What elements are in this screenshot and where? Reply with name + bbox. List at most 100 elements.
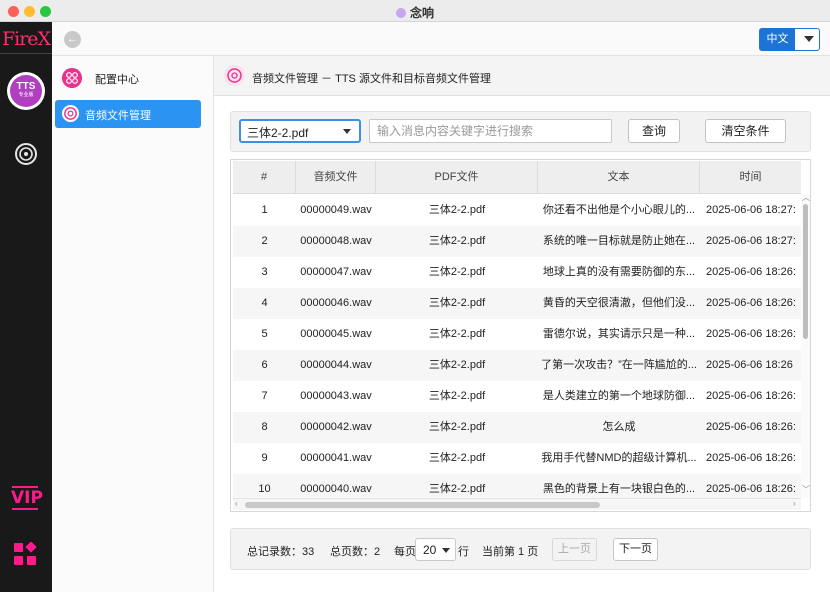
- per-page-prefix: 每页: [394, 546, 416, 558]
- cell-audio-file: 00000045.wav: [300, 328, 372, 340]
- keyword-search-input[interactable]: [369, 119, 612, 143]
- table-row[interactable]: 7 00000043.wav 三体2-2.pdf 是人类建立的第一个地球防御... 20…: [233, 381, 801, 412]
- language-select[interactable]: 中文: [759, 28, 820, 51]
- cell-audio-file: 00000047.wav: [300, 266, 372, 278]
- tts-sub-label: 专业版: [18, 92, 34, 98]
- sidebar-item-config-center[interactable]: 配置中心: [55, 64, 201, 92]
- cell-pdf-file: 三体2-2.pdf: [428, 266, 486, 278]
- sidebar-item-label: 音频文件管理: [85, 110, 151, 122]
- cell-time: 2025-06-06 18:26: [706, 359, 793, 371]
- cell-time: 2025-06-06 18:26:: [706, 297, 796, 309]
- cell-pdf-file: 三体2-2.pdf: [428, 204, 486, 216]
- cell-index: 8: [261, 421, 268, 433]
- table-row[interactable]: 10 00000040.wav 三体2-2.pdf 黑色的背景上有一块银白色的... 2…: [233, 474, 801, 498]
- cell-text: 黑色的背景上有一块银白色的...: [542, 483, 696, 495]
- sidebar-item-audio-files[interactable]: 音频文件管理: [55, 100, 201, 128]
- column-header-pdf-file[interactable]: PDF文件: [376, 161, 538, 194]
- scroll-down-icon[interactable]: ﹀: [802, 484, 810, 495]
- table-row[interactable]: 8 00000042.wav 三体2-2.pdf 怎么成 2025-06-06 18:2…: [233, 412, 801, 443]
- scroll-left-icon[interactable]: ‹: [235, 499, 238, 508]
- chevron-down-icon: [442, 548, 450, 553]
- table-row[interactable]: 5 00000045.wav 三体2-2.pdf 雷德尔说，其实请示只是一种... 20…: [233, 319, 801, 350]
- current-page: 当前第 1 页: [482, 546, 539, 558]
- cell-text: 黄昏的天空很清澈，但他们没...: [542, 297, 696, 309]
- window-titlebar: 念响: [0, 0, 830, 22]
- app-icon: [395, 8, 406, 18]
- cell-audio-file: 00000048.wav: [300, 235, 372, 247]
- chevron-down-icon: [343, 129, 351, 134]
- cell-index: 9: [261, 452, 268, 464]
- column-header-time[interactable]: 时间: [700, 161, 801, 194]
- cell-audio-file: 00000043.wav: [300, 390, 372, 402]
- cell-time: 2025-06-06 18:26:: [706, 328, 796, 340]
- cell-time: 2025-06-06 18:26:: [706, 421, 796, 433]
- horizontal-scrollbar[interactable]: ‹ ›: [233, 498, 801, 510]
- cell-audio-file: 00000049.wav: [300, 204, 372, 216]
- cell-index: 10: [258, 483, 271, 495]
- cell-text: 你还看不出他是个小心眼儿的...: [542, 204, 696, 216]
- cell-pdf-file: 三体2-2.pdf: [428, 359, 486, 371]
- vip-label: VIP: [11, 488, 43, 508]
- apps-grid-icon[interactable]: [13, 542, 37, 566]
- scroll-right-icon[interactable]: ›: [793, 499, 796, 508]
- cell-text: 是人类建立的第一个地球防御...: [542, 390, 696, 402]
- table-body: 1 00000049.wav 三体2-2.pdf 你还看不出他是个小心眼儿的... 20…: [233, 195, 801, 498]
- cell-text: 怎么成: [602, 421, 636, 433]
- query-button[interactable]: 查询: [628, 119, 680, 143]
- tts-icon: TTS 专业版: [10, 75, 42, 107]
- column-header-index[interactable]: #: [233, 161, 296, 194]
- table-row[interactable]: 6 00000044.wav 三体2-2.pdf 了第一次攻击？”在一阵尴尬的... 2…: [233, 350, 801, 381]
- page-header: 音频文件管理 － TTS 源文件和目标音频文件管理: [214, 56, 830, 96]
- table-row[interactable]: 3 00000047.wav 三体2-2.pdf 地球上真的没有需要防御的东... 20…: [233, 257, 801, 288]
- cell-text: 了第一次攻击？”在一阵尴尬的...: [541, 359, 697, 371]
- column-header-text[interactable]: 文本: [538, 161, 700, 194]
- clear-conditions-button[interactable]: 清空条件: [705, 119, 786, 143]
- next-page-button[interactable]: 下一页: [613, 538, 658, 561]
- cell-text: 我用手代替NMD的超级计算机...: [541, 452, 697, 464]
- table-row[interactable]: 4 00000046.wav 三体2-2.pdf 黄昏的天空很清澈，但他们没... 20…: [233, 288, 801, 319]
- cell-audio-file: 00000040.wav: [300, 483, 372, 495]
- per-page-select[interactable]: 20: [415, 538, 456, 561]
- back-arrow-icon[interactable]: ←: [64, 31, 81, 48]
- cell-pdf-file: 三体2-2.pdf: [428, 483, 486, 495]
- horizontal-scroll-thumb[interactable]: [245, 502, 600, 508]
- table-row[interactable]: 9 00000041.wav 三体2-2.pdf 我用手代替NMD的超级计算机... 2…: [233, 443, 801, 474]
- vip-button[interactable]: VIP: [11, 486, 43, 510]
- cell-pdf-file: 三体2-2.pdf: [428, 297, 486, 309]
- cell-time: 2025-06-06 18:26:: [706, 390, 796, 402]
- sidebar-item-label: 配置中心: [95, 74, 139, 86]
- per-page-suffix: 行: [458, 546, 469, 558]
- table-row[interactable]: 1 00000049.wav 三体2-2.pdf 你还看不出他是个小心眼儿的... 20…: [233, 195, 801, 226]
- audio-file-table: # 音频文件 PDF文件 文本 时间 1 00000049.wav 三体2-2.pd…: [230, 159, 811, 512]
- cell-pdf-file: 三体2-2.pdf: [428, 421, 486, 433]
- cell-time: 2025-06-06 18:26:: [706, 266, 796, 278]
- cell-index: 7: [261, 390, 268, 402]
- scroll-up-icon[interactable]: ︿: [802, 192, 810, 203]
- cell-index: 6: [261, 359, 268, 371]
- cell-time: 2025-06-06 18:27:: [706, 204, 796, 216]
- total-records: 总记录数：33: [247, 546, 315, 558]
- tts-app-button[interactable]: TTS 专业版: [7, 72, 45, 110]
- logo-text: FireX: [1, 28, 51, 50]
- cell-time: 2025-06-06 18:27:: [706, 235, 796, 247]
- cell-audio-file: 00000046.wav: [300, 297, 372, 309]
- chevron-down-icon: [804, 36, 814, 42]
- cell-pdf-file: 三体2-2.pdf: [428, 390, 486, 402]
- disc-icon[interactable]: [14, 142, 38, 166]
- vertical-scroll-thumb[interactable]: [803, 204, 808, 339]
- app-rail: FireX TTS 专业版 VIP: [0, 22, 52, 592]
- pdf-file-select-value: 三体2-2.pdf: [247, 126, 309, 140]
- cell-audio-file: 00000042.wav: [300, 421, 372, 433]
- firex-logo: FireX: [0, 28, 52, 54]
- cell-text: 地球上真的没有需要防御的东...: [542, 266, 696, 278]
- column-header-audio-file[interactable]: 音频文件: [296, 161, 376, 194]
- prev-page-button[interactable]: 上一页: [552, 538, 597, 561]
- cell-time: 2025-06-06 18:26:: [706, 452, 796, 464]
- per-page-value: 20: [423, 543, 437, 557]
- table-row[interactable]: 2 00000048.wav 三体2-2.pdf 系统的唯一目标就是防止她在... 20…: [233, 226, 801, 257]
- pagination-bar: 总记录数：33 总页数：2 每页 20 行 当前第 1 页 上一页 下一页: [230, 528, 811, 570]
- cell-pdf-file: 三体2-2.pdf: [428, 452, 486, 464]
- audio-disc-icon: [62, 105, 79, 122]
- pdf-file-select[interactable]: 三体2-2.pdf: [239, 119, 361, 143]
- vertical-scrollbar[interactable]: ︿ ﹀: [801, 192, 810, 498]
